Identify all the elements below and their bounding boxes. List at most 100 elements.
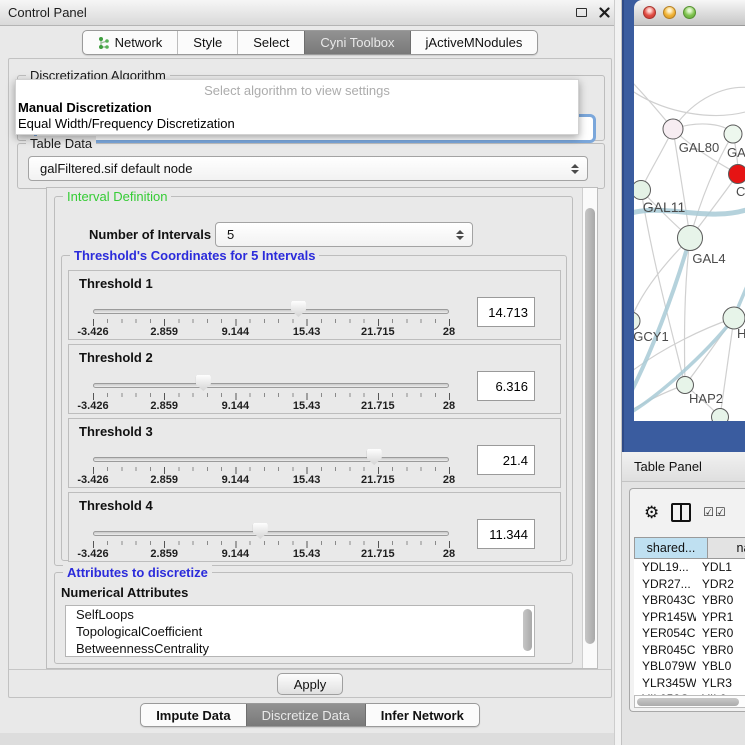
table-row[interactable]: YPR145WYPR1: [634, 609, 745, 626]
algorithm-option-equal-width[interactable]: Equal Width/Frequency Discretization: [16, 115, 578, 131]
scale-label: 9.144: [222, 548, 250, 560]
apply-button[interactable]: Apply: [277, 673, 343, 695]
select-columns-icon[interactable]: ☑☑: [703, 505, 727, 519]
threshold-3-value-field[interactable]: 21.4: [477, 445, 535, 475]
numerical-attributes-list[interactable]: SelfLoops TopologicalCoefficient Between…: [65, 605, 535, 657]
threshold-3-scale: -3.426 2.859 9.144 15.43 21.715 28: [93, 474, 449, 486]
tab-cyni-toolbox[interactable]: Cyni Toolbox: [304, 31, 409, 54]
list-item[interactable]: TopologicalCoefficient: [66, 623, 534, 640]
threshold-2-slider-track[interactable]: [93, 383, 449, 388]
table-row[interactable]: YBR043CYBR0: [634, 592, 745, 609]
threshold-1-slider-track[interactable]: [93, 309, 449, 314]
node-partial-bottom[interactable]: [712, 409, 729, 422]
node-label-partial-top: GA: [727, 145, 745, 160]
cell: YER054C: [634, 625, 696, 642]
node-label-gcy1: GCY1: [634, 329, 669, 344]
algorithm-option-manual[interactable]: Manual Discretization: [16, 98, 578, 115]
tab-network-label: Network: [115, 31, 163, 55]
thresholds-group-title: Threshold's Coordinates for 5 Intervals: [70, 248, 319, 263]
zoom-traffic-light-icon[interactable]: [683, 6, 696, 19]
node-partial-top[interactable]: [724, 125, 742, 143]
scale-label: 15.43: [293, 326, 321, 338]
table-row[interactable]: YBR045CYBR0: [634, 642, 745, 659]
vertical-scrollbar[interactable]: [582, 188, 597, 668]
vertical-scrollbar-thumb[interactable]: [585, 208, 595, 644]
column-header-name[interactable]: na: [708, 537, 745, 559]
node-gal11[interactable]: [634, 181, 651, 200]
network-window-titlebar[interactable]: [634, 0, 745, 26]
scale-label: 2.859: [150, 548, 178, 560]
tab-jactivemnodules[interactable]: jActiveMNodules: [410, 31, 538, 54]
threshold-4-label: Threshold 4: [79, 498, 153, 513]
combo-stepper-icon: [456, 230, 464, 240]
table-rows[interactable]: YDL19...YDL1 YDR27...YDR2 YBR043CYBR0 YP…: [634, 559, 745, 707]
control-panel-titlebar: Control Panel: [0, 0, 620, 26]
node-gal4[interactable]: [678, 226, 703, 251]
gear-icon[interactable]: ⚙: [644, 504, 659, 521]
table-data-combobox[interactable]: galFiltered.sif default node: [28, 156, 588, 181]
algorithm-dropdown-popup: Select algorithm to view settings Manual…: [15, 79, 579, 135]
node-gcy1[interactable]: [634, 312, 640, 330]
node-label-gal11: GAL11: [643, 199, 686, 215]
threshold-1-box: Threshold 1 -3.426 2.859 9.144 15.43 21.…: [68, 270, 561, 340]
threshold-3-slider-thumb[interactable]: [367, 449, 382, 465]
threshold-1-value-field[interactable]: 14.713: [477, 297, 535, 327]
cell: YBR043C: [634, 592, 696, 609]
table-panel-title: Table Panel: [622, 459, 702, 474]
float-window-icon[interactable]: [576, 8, 587, 17]
column-header-shared-name[interactable]: shared...: [634, 537, 708, 559]
cell: YBL0: [696, 658, 745, 675]
tab-infer-network-label: Infer Network: [381, 704, 464, 727]
threshold-2-slider-thumb[interactable]: [196, 375, 211, 391]
horizontal-scrollbar-thumb[interactable]: [637, 698, 739, 706]
threshold-4-value-field[interactable]: 11.344: [477, 519, 535, 549]
tab-network[interactable]: Network: [83, 31, 178, 54]
threshold-1-label: Threshold 1: [79, 276, 153, 291]
list-item[interactable]: BetweennessCentrality: [66, 640, 534, 657]
cyni-toolbox-panel: Discretization Algorithm Select algorith…: [8, 58, 612, 698]
tab-select[interactable]: Select: [237, 31, 304, 54]
scale-label: 2.859: [150, 400, 178, 412]
network-view-canvas[interactable]: GAL80 GA C GAL11 GAL4 GCY1 H HAP2: [634, 26, 745, 421]
minimize-traffic-light-icon[interactable]: [663, 6, 676, 19]
panel-splitter[interactable]: [614, 0, 622, 745]
tab-discretize-data[interactable]: Discretize Data: [246, 704, 365, 726]
threshold-4-slider-thumb[interactable]: [253, 523, 268, 539]
combo-stepper-icon: [571, 164, 579, 174]
settings-scrollpane: Interval Definition Number of Intervals …: [46, 187, 598, 669]
table-row[interactable]: YDL19...YDL1: [634, 559, 745, 576]
table-row[interactable]: YLR345WYLR3: [634, 675, 745, 692]
close-icon[interactable]: [599, 7, 610, 18]
threshold-3-slider-track[interactable]: [93, 457, 449, 462]
tab-style[interactable]: Style: [177, 31, 237, 54]
threshold-3-box: Threshold 3 -3.426 2.859 9.144 15.43 21.…: [68, 418, 561, 488]
tab-jactivemnodules-label: jActiveMNodules: [426, 31, 523, 55]
cell: YPR145W: [634, 609, 696, 626]
list-item[interactable]: SelfLoops: [66, 606, 534, 623]
list-scrollbar-thumb[interactable]: [523, 609, 532, 651]
node-gal80[interactable]: [663, 119, 683, 139]
number-of-intervals-combobox[interactable]: 5: [215, 222, 473, 247]
interval-definition-title: Interval Definition: [63, 189, 171, 204]
threshold-3-label: Threshold 3: [79, 424, 153, 439]
tab-infer-network[interactable]: Infer Network: [365, 704, 479, 726]
table-row[interactable]: YDR27...YDR2: [634, 576, 745, 593]
node-red[interactable]: [729, 165, 745, 184]
threshold-4-slider-track[interactable]: [93, 531, 449, 536]
tab-impute-data[interactable]: Impute Data: [141, 704, 245, 726]
cell: YPR1: [696, 609, 745, 626]
table-row[interactable]: YBL079WYBL0: [634, 658, 745, 675]
table-row[interactable]: YER054CYER0: [634, 625, 745, 642]
threshold-2-value-field[interactable]: 6.316: [477, 371, 535, 401]
table-panel-titlebar: Table Panel: [622, 452, 745, 482]
column-layout-icon[interactable]: [671, 503, 691, 522]
node-label-hap2: HAP2: [689, 391, 723, 406]
cell: YDL19...: [634, 559, 696, 576]
scale-label: 9.144: [222, 400, 250, 412]
threshold-1-slider-thumb[interactable]: [291, 301, 306, 317]
interval-definition-group: Interval Definition Number of Intervals …: [54, 196, 573, 566]
tab-discretize-data-label: Discretize Data: [262, 704, 350, 727]
close-traffic-light-icon[interactable]: [643, 6, 656, 19]
panel-footer: Apply: [9, 669, 611, 698]
horizontal-scrollbar[interactable]: [634, 695, 745, 708]
